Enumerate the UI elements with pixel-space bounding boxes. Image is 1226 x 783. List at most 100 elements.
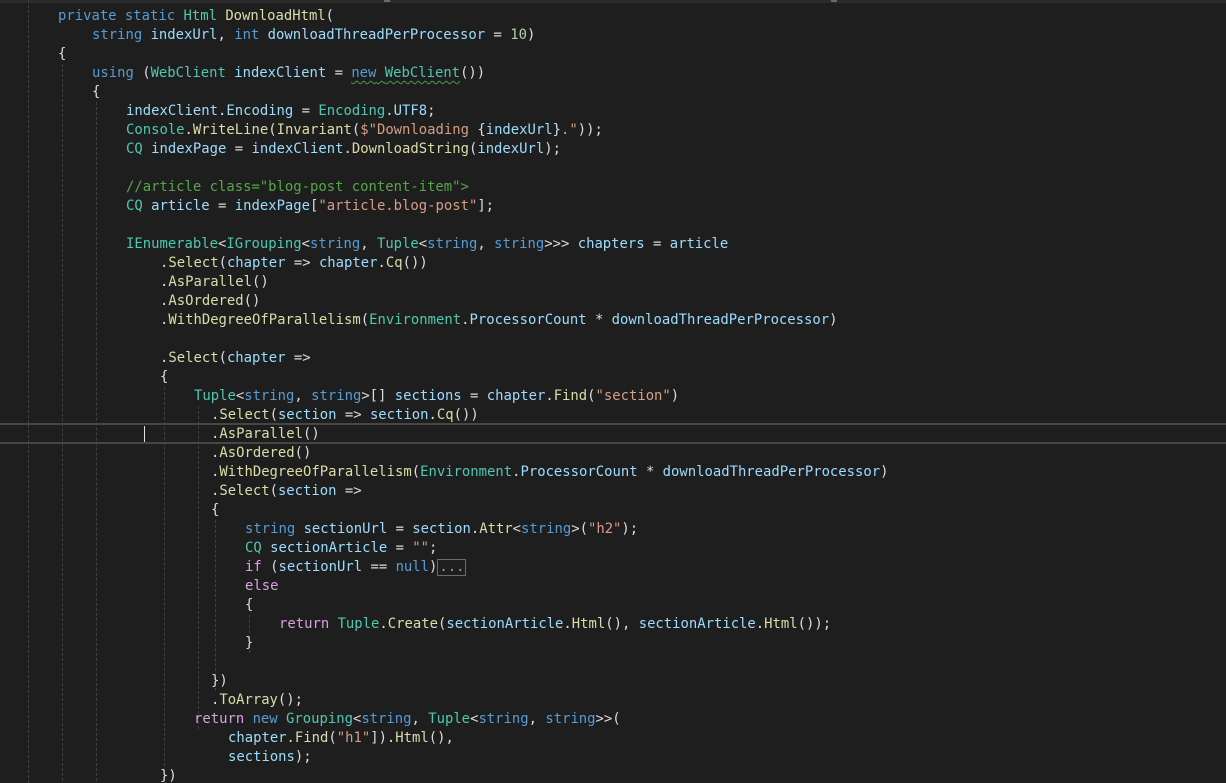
code-token: section (277, 407, 337, 423)
code-line: else (245, 577, 278, 596)
code-line: { (160, 368, 168, 387)
code-token: "article.blog-post" (318, 198, 478, 214)
code-token: Encoding (226, 103, 294, 119)
code-line: return Tuple.Create(sectionArticle.Html(… (279, 615, 831, 634)
code-token: , (477, 236, 495, 252)
code-editor[interactable]: private static Html DownloadHtml(string … (0, 0, 1226, 783)
code-token: Tuple (376, 236, 419, 252)
code-line: chapter.Find("h1"]).Html(), (228, 729, 454, 748)
indent-guide (164, 387, 165, 783)
code-token: ) (829, 312, 838, 328)
code-token: }) (160, 768, 177, 783)
code-token: CQ (245, 540, 262, 556)
code-token: = (485, 27, 511, 43)
code-token: int (234, 27, 260, 43)
code-token: UTF8 (393, 103, 428, 119)
code-token: downloadThreadPerProcessor (662, 464, 881, 480)
code-token: . (385, 103, 394, 119)
code-token: 10 (510, 27, 527, 43)
code-token: . (379, 616, 388, 632)
code-token: sectionUrl (278, 559, 363, 575)
code-token: Find (294, 730, 329, 746)
code-token: section (277, 483, 337, 499)
code-line: }) (211, 672, 228, 691)
code-token: string (361, 711, 412, 727)
code-token: //article class="blog-post content-item"… (126, 179, 469, 195)
code-token: chapter (226, 255, 286, 271)
code-token: . (545, 388, 554, 404)
code-token: { (92, 84, 101, 100)
code-line: .Select(section => (211, 482, 362, 501)
code-token: null (395, 559, 430, 575)
code-token: . (286, 730, 295, 746)
code-token: WebClient (150, 65, 226, 81)
code-token: = (226, 141, 252, 157)
code-line: .Select(chapter => chapter.Cq()) (160, 254, 428, 273)
code-token: = (326, 65, 352, 81)
code-token: chapter (226, 350, 286, 366)
code-token: Select (168, 350, 219, 366)
code-token: indexClient (126, 103, 218, 119)
code-token: Find (553, 388, 588, 404)
code-token: => (285, 255, 319, 271)
code-token: indexPage (234, 198, 311, 214)
code-token: Attr (479, 521, 513, 537)
code-token: ; (427, 103, 436, 119)
code-line: }) (160, 767, 177, 783)
code-line: if (sectionUrl == null)... (245, 558, 467, 577)
code-token: { (58, 46, 67, 62)
code-token: downloadThreadPerProcessor (611, 312, 830, 328)
code-token: Html (764, 616, 798, 632)
code-line: using (WebClient indexClient = new WebCl… (92, 64, 485, 83)
code-token: "h2" (587, 521, 622, 537)
code-token: chapters (577, 236, 645, 252)
code-token: else (245, 578, 279, 594)
code-token: section (412, 521, 471, 537)
code-token: < (235, 388, 245, 404)
code-token: indexClient (234, 65, 327, 81)
code-token: . (428, 407, 437, 423)
code-token: AsParallel (168, 274, 253, 290)
folded-region-button[interactable]: ... (437, 559, 467, 576)
code-token: { (477, 122, 486, 138)
code-line: indexClient.Encoding = Encoding.UTF8; (126, 102, 435, 121)
code-token: indexClient (251, 141, 344, 157)
code-line: .AsParallel() (211, 425, 320, 444)
code-token: () (243, 293, 261, 309)
code-token: ProcessorCount (469, 312, 587, 328)
code-line: Tuple<string, string>[] sections = chapt… (194, 387, 679, 406)
code-token: >>> (544, 236, 578, 252)
code-token: new (351, 65, 377, 81)
code-token: string (427, 236, 478, 252)
text-caret (144, 426, 145, 442)
code-token: ." (560, 122, 578, 138)
code-token: article (151, 198, 210, 214)
code-token: $"Downloading (360, 122, 478, 138)
code-token: Environment (369, 312, 462, 328)
code-line: { (58, 45, 66, 64)
code-token: => (336, 483, 362, 499)
code-token: = (644, 236, 670, 252)
code-line: .WithDegreeOfParallelism(Environment.Pro… (160, 311, 837, 330)
code-token: ) (670, 388, 680, 404)
code-token: IGrouping (226, 236, 302, 252)
code-token: Cq (385, 255, 403, 271)
code-token: , (360, 236, 377, 252)
indent-guide (215, 520, 216, 691)
code-line: //article class="blog-post content-item"… (126, 178, 469, 197)
code-token: . (563, 616, 572, 632)
code-token: = (461, 388, 487, 404)
code-token: string (92, 27, 143, 43)
code-line: CQ indexPage = indexClient.DownloadStrin… (126, 140, 561, 159)
code-token: () (294, 445, 312, 461)
code-token: . (755, 616, 765, 632)
code-token: string (244, 388, 295, 404)
code-token: static (124, 8, 176, 24)
code-token: article (669, 236, 729, 252)
code-token: using (92, 65, 134, 81)
